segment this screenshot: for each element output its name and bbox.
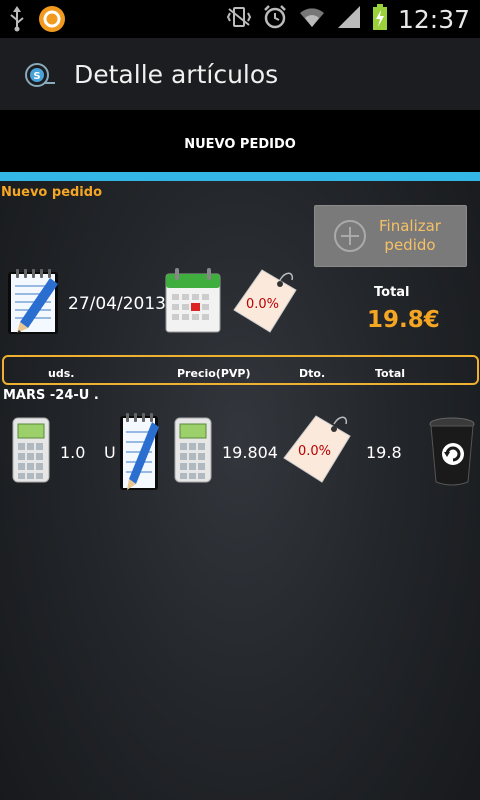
tab-bar: NUEVO PEDIDO: [0, 110, 480, 172]
battery-charging-icon: [372, 3, 388, 35]
action-bar: S Detalle artículos: [0, 38, 480, 110]
status-bar: 12:37: [0, 0, 480, 38]
total-value: 19.8€: [367, 307, 440, 333]
table-header: uds. Precio(PVP) Dto. Total: [2, 355, 479, 385]
item-price: 19.804: [222, 443, 278, 462]
column-header-discount: Dto.: [299, 367, 326, 380]
header-discount: 0.0%: [246, 297, 280, 312]
svg-text:S: S: [33, 71, 40, 82]
notepad-edit-icon[interactable]: [6, 266, 62, 342]
trash-icon[interactable]: [427, 416, 477, 490]
item-discount: 0.0%: [298, 444, 332, 459]
usb-icon: [8, 6, 26, 36]
item-name: MARS -24-U .: [3, 388, 99, 403]
page-title: Detalle artículos: [74, 60, 279, 89]
item-unit-type: U: [104, 443, 116, 462]
item-units: 1.0: [60, 443, 86, 462]
alarm-icon: [262, 4, 288, 34]
finalize-label-line1: Finalizar: [379, 217, 441, 235]
total-label: Total: [374, 285, 410, 300]
tab-nuevo-pedido[interactable]: NUEVO PEDIDO: [0, 137, 480, 152]
order-date: 27/04/2013: [68, 294, 166, 314]
section-title: Nuevo pedido: [1, 185, 103, 200]
notepad-edit-item-icon[interactable]: [118, 410, 162, 496]
column-header-units: uds.: [48, 367, 75, 380]
finalize-order-button[interactable]: Finalizar pedido: [314, 205, 467, 267]
item-total: 19.8: [366, 443, 402, 462]
column-header-total: Total: [375, 367, 406, 380]
app-notification-icon: [38, 5, 66, 37]
wifi-icon: [298, 5, 326, 33]
finalize-order-label: Finalizar pedido: [379, 217, 441, 255]
calendar-icon[interactable]: [163, 266, 223, 338]
tab-selected-indicator: [0, 172, 480, 181]
app-logo-icon[interactable]: S: [22, 60, 56, 90]
vibrate-icon: [226, 5, 252, 33]
signal-icon: [336, 4, 362, 34]
finalize-label-line2: pedido: [384, 236, 436, 254]
clock: 12:37: [397, 4, 470, 34]
calculator-units-icon[interactable]: [12, 416, 50, 488]
add-circle-icon: [333, 219, 367, 253]
column-header-price: Precio(PVP): [177, 367, 251, 380]
calculator-price-icon[interactable]: [174, 416, 212, 488]
